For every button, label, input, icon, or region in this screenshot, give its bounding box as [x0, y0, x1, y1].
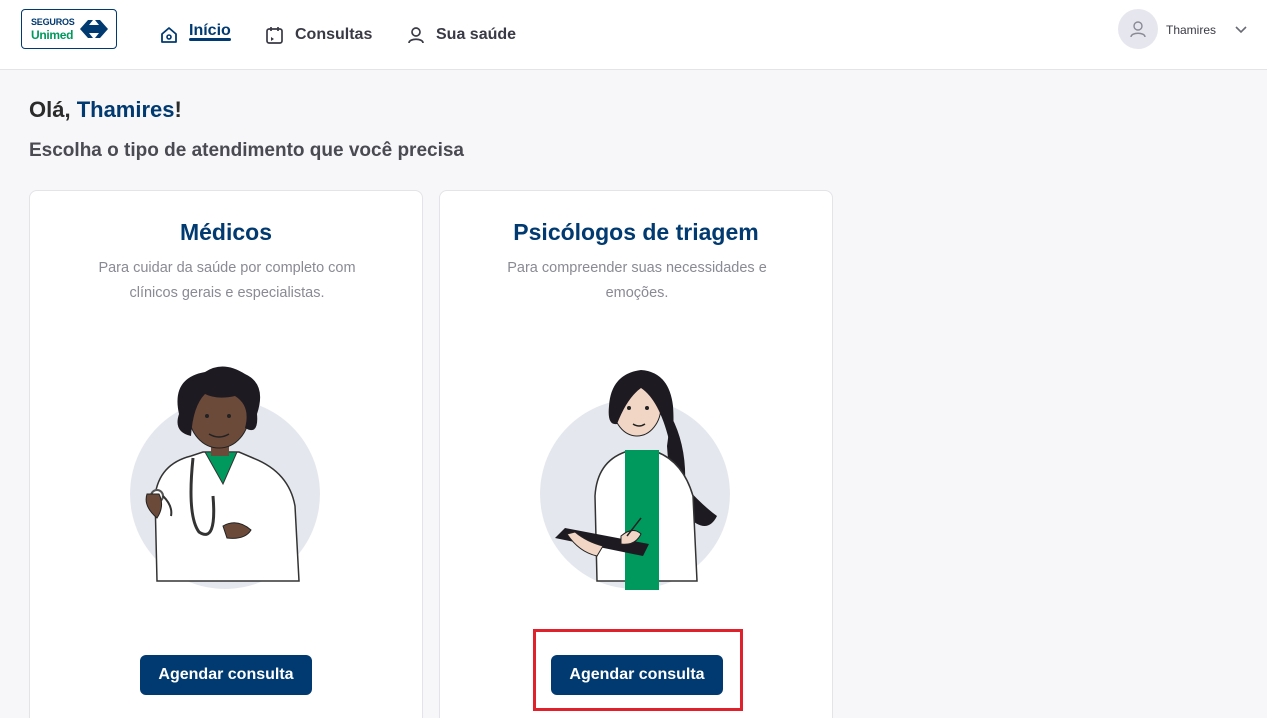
agendar-consulta-medicos-button[interactable]: Agendar consulta [140, 655, 312, 695]
nav-consultas-label: Consultas [295, 26, 373, 43]
card-psicologos-title: Psicólogos de triagem [513, 219, 759, 245]
highlight-box [533, 629, 743, 711]
calendar-icon [266, 26, 283, 44]
greeting-name: Thamires [76, 97, 175, 122]
nav-sua-saude-label: Sua saúde [436, 26, 517, 43]
logo-text-unimed: Unimed [31, 28, 74, 42]
user-icon [408, 27, 424, 44]
card-medicos-title: Médicos [179, 219, 273, 245]
card-medicos-description: Para cuidar da saúde por completo com cl… [98, 260, 356, 301]
user-name[interactable]: Thamires [1166, 23, 1216, 37]
greeting-suffix: ! [174, 97, 182, 122]
page-subtitle: Escolha o tipo de atendimento que você p… [29, 140, 464, 161]
nav-inicio[interactable]: Início [159, 0, 231, 70]
psychologist-illustration [540, 370, 730, 590]
unimed-symbol-icon [80, 20, 108, 38]
nav-sua-saude[interactable]: Sua saúde [406, 0, 516, 70]
user-avatar-icon [1130, 21, 1146, 38]
nav-consultas[interactable]: Consultas [264, 0, 372, 70]
doctor-illustration [130, 366, 320, 589]
chevron-down-icon[interactable] [1234, 22, 1248, 36]
seguros-unimed-logo[interactable]: SEGUROS Unimed [21, 9, 117, 49]
card-medicos: Médicos Para cuidar da saúde por complet… [29, 190, 423, 718]
card-psicologos-description: Para compreender suas necessidades e emo… [507, 260, 767, 301]
home-icon [161, 27, 177, 43]
top-header: SEGUROS Unimed Início Consultas Sua saúd… [0, 0, 1267, 70]
user-avatar[interactable] [1118, 9, 1158, 49]
greeting-prefix: Olá, [29, 97, 77, 122]
logo-text-seguros: SEGUROS [31, 17, 75, 27]
greeting-heading: Olá, Thamires! [29, 97, 182, 123]
nav-active-indicator [189, 38, 231, 41]
